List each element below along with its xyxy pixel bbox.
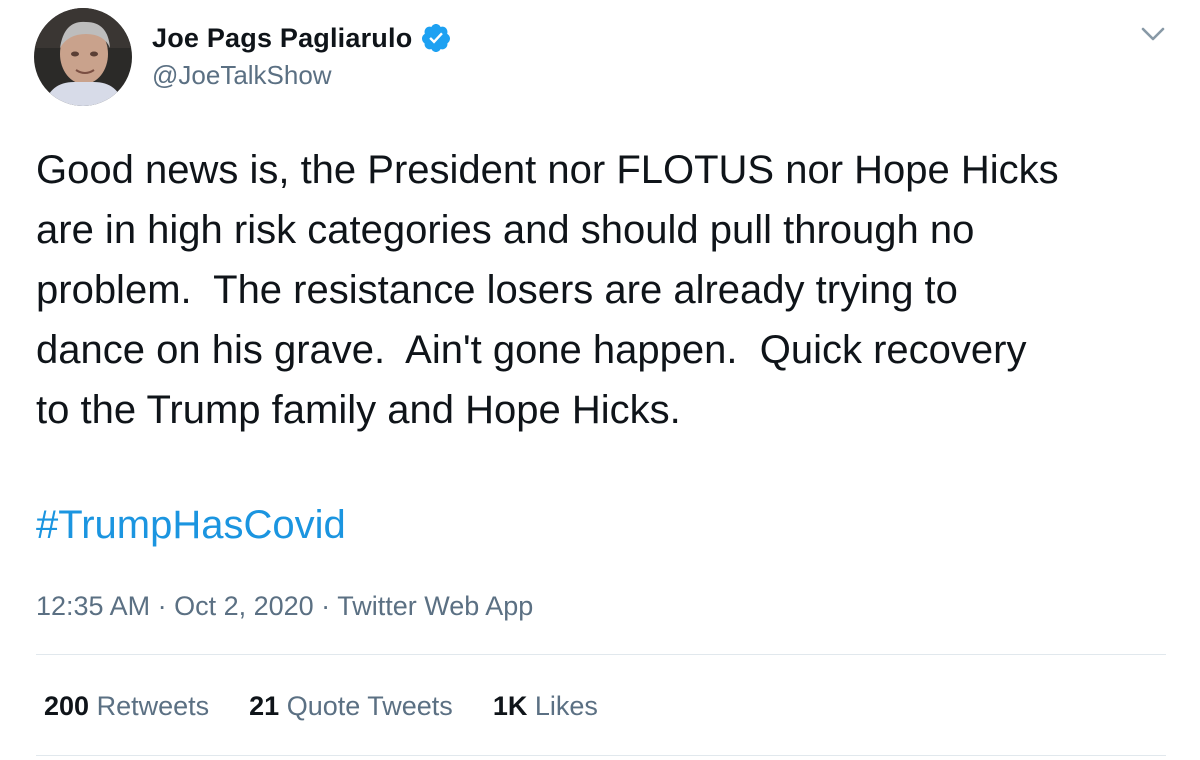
tweet-source[interactable]: Twitter Web App: [337, 591, 533, 621]
tweet-time[interactable]: 12:35 AM: [36, 591, 150, 621]
tweet-date[interactable]: Oct 2, 2020: [174, 591, 314, 621]
author-handle[interactable]: @JoeTalkShow: [152, 60, 332, 91]
divider: [36, 654, 1166, 655]
retweets-count: 200: [44, 691, 90, 721]
quote-tweets-stat[interactable]: 21 Quote Tweets: [249, 684, 453, 728]
tweet-metadata: 12:35 AM · Oct 2, 2020 · Twitter Web App: [36, 584, 533, 628]
meta-separator: ·: [313, 591, 338, 621]
chevron-down-icon[interactable]: [1136, 20, 1170, 48]
quote-tweets-label: Quote Tweets: [286, 691, 453, 721]
author-display-name[interactable]: Joe Pags Pagliarulo: [152, 23, 412, 54]
engagement-stats: 200 Retweets 21 Quote Tweets 1K Likes: [44, 684, 598, 728]
meta-separator: ·: [150, 591, 175, 621]
divider: [36, 755, 1166, 756]
hashtag-link[interactable]: #TrumpHasCovid: [36, 495, 346, 555]
avatar-photo: [34, 8, 132, 106]
retweets-stat[interactable]: 200 Retweets: [44, 684, 209, 728]
tweet-text: Good news is, the President nor FLOTUS n…: [36, 148, 1059, 432]
likes-stat[interactable]: 1K Likes: [493, 684, 598, 728]
verified-badge-icon: [420, 22, 452, 54]
likes-count: 1K: [492, 691, 528, 721]
avatar[interactable]: [34, 8, 132, 106]
quote-tweets-count: 21: [249, 691, 280, 721]
tweet-card: Joe Pags Pagliarulo @JoeTalkShow Good ne…: [0, 0, 1200, 760]
author-name-row: Joe Pags Pagliarulo: [152, 20, 452, 56]
retweets-label: Retweets: [96, 691, 210, 721]
likes-label: Likes: [534, 691, 598, 721]
